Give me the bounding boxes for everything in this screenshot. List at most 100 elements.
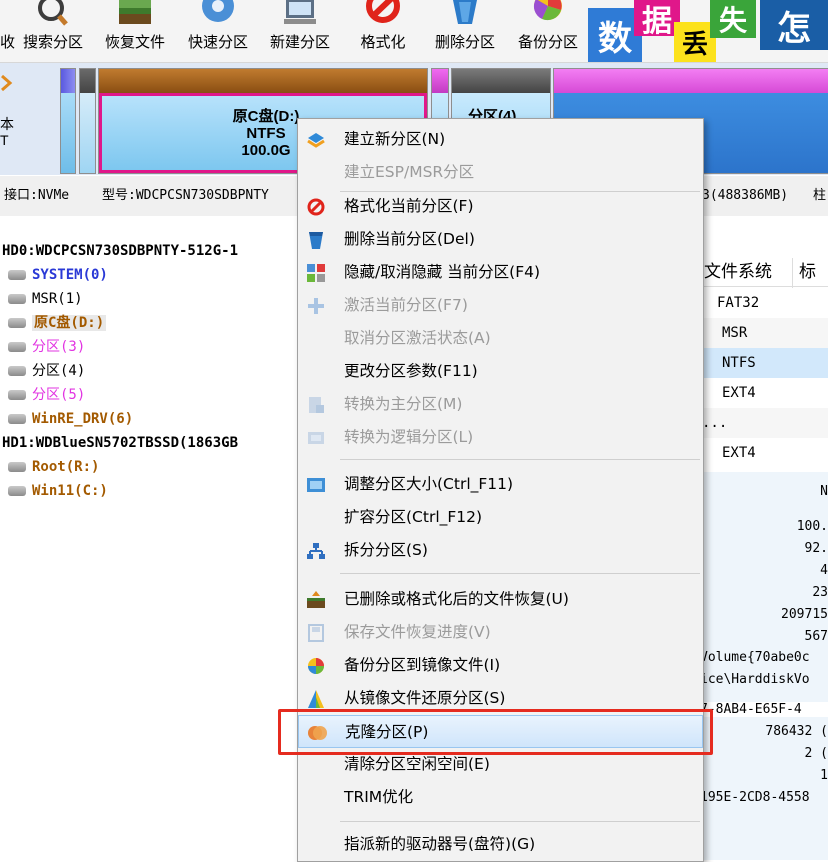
menu-item-activate[interactable]: 激活当前分区(F7): [298, 289, 703, 322]
tree-item-winre[interactable]: WinRE_DRV(6): [8, 408, 133, 430]
menu-item-resize[interactable]: 调整分区大小(Ctrl_F11): [298, 468, 703, 501]
menu-item-format[interactable]: 格式化当前分区(F): [298, 190, 703, 223]
backup-image-icon: [308, 658, 324, 674]
activate-icon: [308, 298, 324, 314]
tree-item-win11[interactable]: Win11(C:): [8, 480, 108, 502]
search-icon: [38, 0, 68, 26]
menu-item-assign-drive-letter[interactable]: 指派新的驱动器号(盘符)(G): [298, 828, 703, 861]
menu-item-label: TRIM优化: [344, 788, 414, 806]
disk-map-partition-system[interactable]: [60, 68, 76, 174]
tree-item-partition-4[interactable]: 分区(4): [8, 360, 85, 382]
disk-map-partition-msr[interactable]: [79, 68, 96, 174]
delete-icon: [453, 0, 477, 24]
menu-item-hide-toggle[interactable]: 隐藏/取消隐藏 当前分区(F4): [298, 256, 703, 289]
convert-primary-icon: [309, 397, 324, 413]
disk-map-left-icon: [0, 74, 18, 96]
menu-item-save-progress[interactable]: 保存文件恢复进度(V): [298, 616, 703, 649]
menu-item-extend[interactable]: 扩容分区(Ctrl_F12): [298, 501, 703, 534]
toolbar-button-backup-partition[interactable]: 备份分区: [508, 0, 588, 62]
detail-value: Volume{70abe0c: [700, 650, 810, 665]
disk-info-extra: 柱: [813, 188, 827, 203]
restore-files-icon: [119, 0, 151, 24]
table-row[interactable]: ...: [700, 408, 828, 438]
column-header-filesystem[interactable]: 文件系统: [704, 258, 772, 286]
tree-item-label: SYSTEM(0): [32, 267, 108, 283]
partition-icon: [8, 366, 26, 376]
toolbar-button-restore-files[interactable]: 恢复文件: [96, 0, 174, 62]
restore-image-icon: [308, 690, 324, 708]
tree-item-label: 分区(5): [32, 387, 86, 403]
menu-item-backup-image[interactable]: 备份分区到镜像文件(I): [298, 649, 703, 682]
menu-item-label: 删除当前分区(Del): [344, 230, 475, 248]
menu-item-convert-primary[interactable]: 转换为主分区(M): [298, 388, 703, 421]
disk-map-left-text: 本: [0, 116, 14, 132]
toolbar-button-recover[interactable]: 收: [0, 0, 15, 62]
table-cell-filesystem: FAT32: [717, 295, 760, 311]
menu-item-label: 激活当前分区(F7): [344, 296, 468, 314]
menu-item-create-esp-msr[interactable]: 建立ESP/MSR分区: [298, 156, 703, 189]
menu-item-label: 扩容分区(Ctrl_F12): [344, 508, 483, 526]
menu-item-split[interactable]: 拆分分区(S): [298, 534, 703, 567]
menu-item-label: 转换为逻辑分区(L): [344, 428, 474, 446]
table-row[interactable]: EXT4: [700, 378, 828, 408]
menu-item-delete[interactable]: 删除当前分区(Del): [298, 223, 703, 256]
tree-item-c-drive[interactable]: 原C盘(D:): [8, 312, 107, 334]
tree-disk-hd1[interactable]: HD1:WDBlueSN5702TBSSD(1863GB: [2, 432, 238, 454]
table-row[interactable]: FAT32: [700, 288, 828, 318]
toolbar: 收 搜索分区 恢复文件 快速分区 新建分区 格式化 删除分区 备份分区 数 据 …: [0, 0, 828, 63]
table-cell-filesystem: NTFS: [722, 355, 756, 371]
table-cell-filesystem: MSR: [722, 325, 748, 341]
tree-item-msr[interactable]: MSR(1): [8, 288, 83, 310]
table-cell-filesystem: ...: [702, 415, 728, 431]
tree-item-label: WinRE_DRV(6): [32, 411, 134, 427]
menu-item-label: 保存文件恢复进度(V): [344, 623, 491, 641]
toolbar-button-label: 搜索分区: [22, 34, 83, 51]
partition-table-panel: 文件系统 标识 FAT32 MSR NTFS EXT4 ... EXT4 N 1…: [698, 216, 828, 860]
menu-item-change-params[interactable]: 更改分区参数(F11): [298, 355, 703, 388]
format-icon: [307, 198, 325, 216]
menu-item-label: 转换为主分区(M): [344, 395, 463, 413]
tree-disk-hd0[interactable]: HD0:WDCPCSN730SDBPNTY-512G-1: [2, 240, 238, 262]
table-row[interactable]: EXT4: [700, 438, 828, 468]
toolbar-button-label: 格式化: [360, 34, 406, 51]
menu-item-new-partition[interactable]: 建立新分区(N): [298, 123, 703, 156]
menu-item-label: 取消分区激活状态(A): [344, 329, 491, 347]
partition-icon: [8, 318, 26, 328]
delete-icon: [309, 232, 323, 249]
detail-value: 209715: [781, 607, 828, 622]
brand-logo: 数 据 丢 失 怎: [588, 0, 828, 62]
tree-item-system[interactable]: SYSTEM(0): [8, 264, 108, 286]
toolbar-button-label: 快速分区: [187, 34, 248, 51]
convert-logical-icon: [308, 432, 324, 444]
menu-item-convert-logical[interactable]: 转换为逻辑分区(L): [298, 421, 703, 454]
save-progress-icon: [308, 624, 324, 642]
detail-value: ice\HarddiskVo: [700, 672, 810, 687]
menu-item-trim[interactable]: TRIM优化: [298, 781, 703, 814]
detail-value: 100.: [796, 519, 828, 534]
toolbar-button-format[interactable]: 格式化: [350, 0, 416, 62]
tree-item-label: Root(R:): [32, 459, 100, 475]
table-cell-filesystem: EXT4: [722, 385, 756, 401]
toolbar-button-label: 新建分区: [269, 34, 330, 51]
tree-item-partition-3[interactable]: 分区(3): [8, 336, 85, 358]
toolbar-button-label: 恢复文件: [104, 34, 165, 51]
table-row[interactable]: MSR: [700, 318, 828, 348]
partition-icon: [8, 294, 26, 304]
toolbar-button-new-partition[interactable]: 新建分区: [260, 0, 340, 62]
detail-value: 1: [820, 768, 828, 783]
highlight-annotation-box: [278, 709, 713, 755]
table-row[interactable]: NTFS: [700, 348, 828, 378]
menu-item-deactivate[interactable]: 取消分区激活状态(A): [298, 322, 703, 355]
menu-item-label: 指派新的驱动器号(盘符)(G): [344, 835, 536, 853]
detail-value: 7-8AB4-E65F-4: [698, 702, 828, 717]
toolbar-button-delete-partition[interactable]: 删除分区: [426, 0, 504, 62]
detail-value: 92.: [804, 541, 828, 556]
tree-item-label: HD0:WDCPCSN730SDBPNTY-512G-1: [2, 243, 239, 259]
tree-item-root[interactable]: Root(R:): [8, 456, 99, 478]
tree-item-partition-5[interactable]: 分区(5): [8, 384, 85, 406]
menu-item-file-recovery[interactable]: 已删除或格式化后的文件恢复(U): [298, 583, 703, 616]
toolbar-button-search-partition[interactable]: 搜索分区: [14, 0, 92, 62]
partition-icon: [8, 390, 26, 400]
toolbar-button-quick-partition[interactable]: 快速分区: [178, 0, 258, 62]
detail-value: 567: [804, 629, 828, 644]
